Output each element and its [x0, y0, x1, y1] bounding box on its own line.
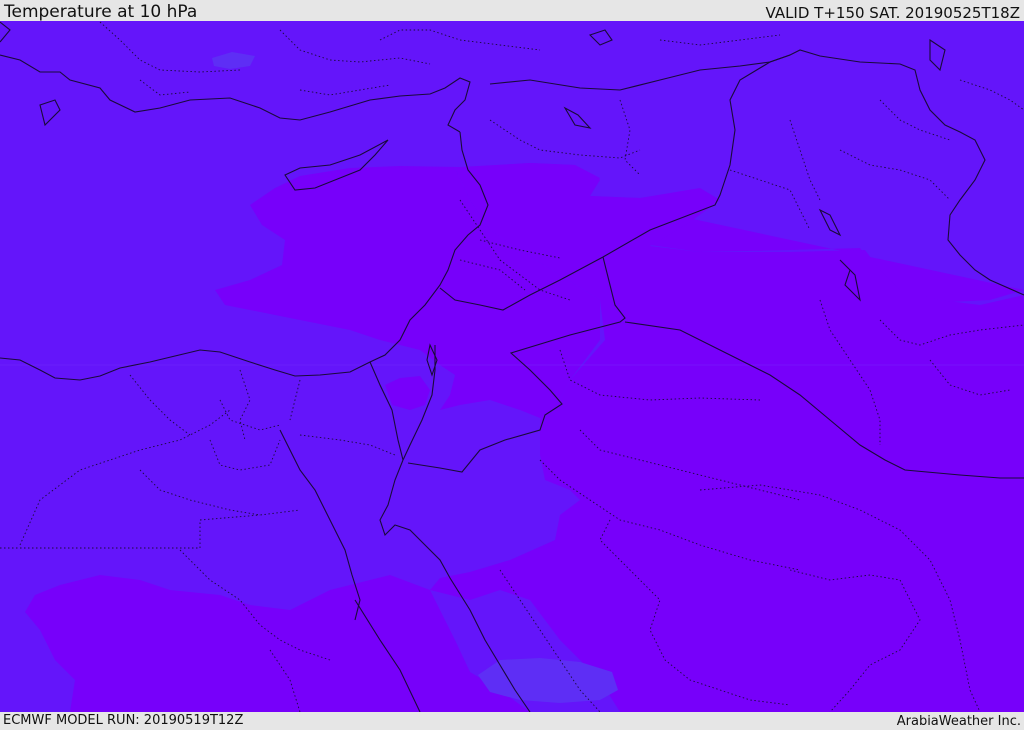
header-bar: Temperature at 10 hPa VALID T+150 SAT. 2… [0, 0, 1024, 22]
map-panel[interactable] [0, 21, 1024, 712]
temperature-map[interactable] [0, 21, 1024, 712]
valid-time: VALID T+150 SAT. 20190525T18Z [765, 4, 1020, 22]
credit-text: ArabiaWeather Inc. [896, 714, 1021, 729]
footer-bar: ECMWF MODEL RUN: 20190519T12Z ArabiaWeat… [0, 712, 1024, 729]
model-run: ECMWF MODEL RUN: 20190519T12Z [3, 713, 244, 728]
map-title: Temperature at 10 hPa [4, 2, 198, 22]
